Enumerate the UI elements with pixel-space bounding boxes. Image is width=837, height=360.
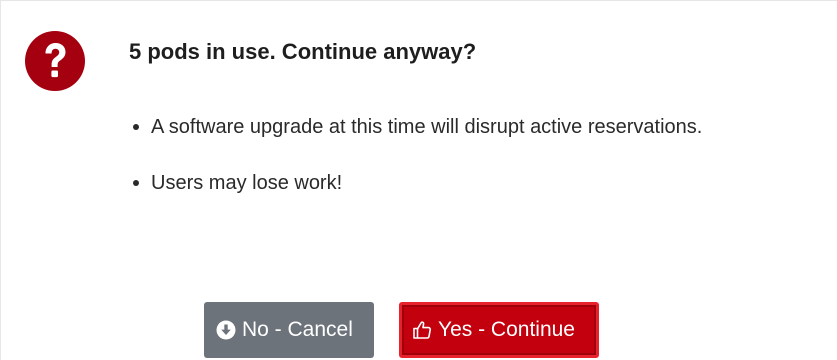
list-item-text: A software upgrade at this time will dis…	[151, 116, 703, 138]
continue-button-label: Yes - Continue	[438, 318, 575, 341]
message-list: A software upgrade at this time will dis…	[133, 114, 702, 196]
circle-arrow-down-icon	[216, 320, 236, 340]
question-circle-icon	[25, 31, 85, 91]
list-item: A software upgrade at this time will dis…	[133, 114, 702, 140]
dialog-title: 5 pods in use. Continue anyway?	[129, 39, 477, 64]
list-item-text: Users may lose work!	[151, 172, 343, 194]
thumbs-up-icon	[412, 320, 432, 340]
bullet-dot	[133, 180, 139, 186]
cancel-button-label: No - Cancel	[242, 318, 353, 341]
bullet-dot	[133, 124, 139, 130]
continue-button[interactable]: Yes - Continue	[399, 302, 599, 358]
cancel-button[interactable]: No - Cancel	[204, 302, 374, 358]
confirm-dialog: 5 pods in use. Continue anyway? A softwa…	[0, 0, 837, 360]
list-item: Users may lose work!	[133, 170, 702, 196]
